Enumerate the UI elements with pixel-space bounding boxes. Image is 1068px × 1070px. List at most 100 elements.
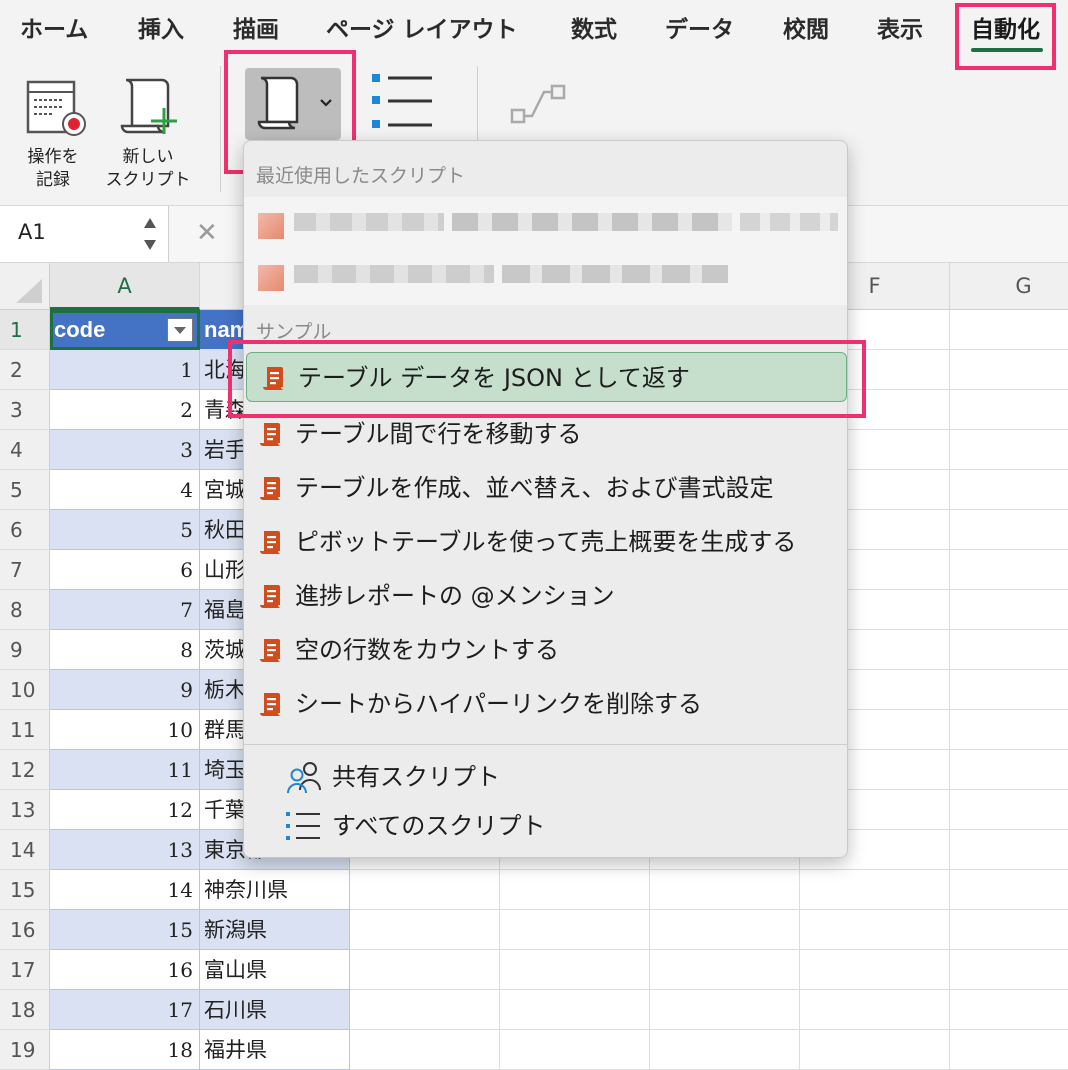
cell-empty[interactable] [950, 790, 1068, 830]
cell-empty[interactable] [650, 990, 800, 1030]
cell-empty[interactable] [950, 670, 1068, 710]
cell-code[interactable]: 1 [50, 350, 200, 390]
automate-flow-icon[interactable] [510, 82, 568, 128]
cell-empty[interactable] [500, 910, 650, 950]
cell-code[interactable]: 4 [50, 470, 200, 510]
row-header[interactable]: 10 [0, 670, 50, 710]
cell-empty[interactable] [950, 870, 1068, 910]
row-header[interactable]: 11 [0, 710, 50, 750]
row-header[interactable]: 2 [0, 350, 50, 390]
tab-view[interactable]: 表示 [877, 10, 923, 44]
row-header[interactable]: 16 [0, 910, 50, 950]
cell-empty[interactable] [650, 910, 800, 950]
tab-page-layout[interactable]: ページ レイアウト [326, 10, 518, 44]
cell-empty[interactable] [350, 950, 500, 990]
cell-empty[interactable] [950, 1030, 1068, 1070]
row-header[interactable]: 3 [0, 390, 50, 430]
row-header[interactable]: 12 [0, 750, 50, 790]
cell-empty[interactable] [950, 710, 1068, 750]
cell-code[interactable]: 8 [50, 630, 200, 670]
shared-scripts-item[interactable]: 共有スクリプト [244, 752, 847, 802]
column-header-g[interactable]: G [950, 263, 1068, 310]
row-header[interactable]: 1 [0, 310, 50, 350]
cell-code[interactable]: 11 [50, 750, 200, 790]
cell-empty[interactable] [950, 510, 1068, 550]
cell-empty[interactable] [950, 350, 1068, 390]
recent-script-item[interactable] [244, 199, 844, 249]
cell-empty[interactable] [800, 910, 950, 950]
new-script-button[interactable]: 新しい スクリプト [98, 70, 198, 200]
cell-code[interactable]: 7 [50, 590, 200, 630]
cell-name[interactable]: 新潟県 [200, 910, 350, 950]
filter-dropdown-icon[interactable] [167, 318, 193, 342]
cell-empty[interactable] [800, 950, 950, 990]
cell-empty[interactable] [950, 430, 1068, 470]
cell-code[interactable]: 13 [50, 830, 200, 870]
row-header[interactable]: 7 [0, 550, 50, 590]
cell-code[interactable]: 10 [50, 710, 200, 750]
row-header[interactable]: 19 [0, 1030, 50, 1070]
sample-script-create-sort-format[interactable]: テーブルを作成、並べ替え、および書式設定 [244, 463, 847, 513]
row-header[interactable]: 13 [0, 790, 50, 830]
sample-script-mention-report[interactable]: 進捗レポートの @メンション [244, 571, 847, 621]
row-header[interactable]: 15 [0, 870, 50, 910]
cell-empty[interactable] [500, 1030, 650, 1070]
tab-draw[interactable]: 描画 [233, 10, 279, 44]
cell-empty[interactable] [350, 910, 500, 950]
name-box-stepper-icon[interactable] [142, 216, 158, 252]
cell-code[interactable]: 16 [50, 950, 200, 990]
row-header[interactable]: 6 [0, 510, 50, 550]
all-scripts-list-icon[interactable] [372, 74, 434, 130]
recent-script-item[interactable] [244, 251, 844, 301]
cell-empty[interactable] [800, 1030, 950, 1070]
cell-empty[interactable] [650, 950, 800, 990]
cell-code[interactable]: 9 [50, 670, 200, 710]
cell-code[interactable]: 6 [50, 550, 200, 590]
row-header[interactable]: 8 [0, 590, 50, 630]
tab-home[interactable]: ホーム [20, 10, 88, 44]
tab-formulas[interactable]: 数式 [571, 10, 617, 44]
name-box[interactable]: A1 [0, 206, 169, 262]
cell-empty[interactable] [950, 910, 1068, 950]
tab-review[interactable]: 校閲 [783, 10, 829, 44]
cell-empty[interactable] [350, 990, 500, 1030]
cell-empty[interactable] [350, 870, 500, 910]
cell-empty[interactable] [350, 1030, 500, 1070]
cell-name[interactable]: 石川県 [200, 990, 350, 1030]
row-header[interactable]: 9 [0, 630, 50, 670]
cell-empty[interactable] [950, 950, 1068, 990]
cell-code[interactable]: 17 [50, 990, 200, 1030]
row-header[interactable]: 14 [0, 830, 50, 870]
record-actions-button[interactable]: 操作を 記録 [18, 70, 98, 200]
sample-script-remove-hyperlinks[interactable]: シートからハイパーリンクを削除する [244, 679, 847, 729]
row-header[interactable]: 18 [0, 990, 50, 1030]
cell-name[interactable]: 神奈川県 [200, 870, 350, 910]
cell-empty[interactable] [500, 870, 650, 910]
cell-empty[interactable] [500, 990, 650, 1030]
tab-insert[interactable]: 挿入 [138, 10, 184, 44]
cancel-formula-icon[interactable]: ✕ [196, 218, 218, 248]
column-header-a[interactable]: A [50, 263, 200, 310]
cell-code[interactable]: 2 [50, 390, 200, 430]
cell-empty[interactable] [500, 950, 650, 990]
cell-empty[interactable] [800, 990, 950, 1030]
cell-code[interactable]: 3 [50, 430, 200, 470]
all-scripts-item[interactable]: すべてのスクリプト [244, 801, 847, 851]
cell-empty[interactable] [650, 1030, 800, 1070]
cell-empty[interactable] [950, 310, 1068, 350]
cell-empty[interactable] [650, 870, 800, 910]
cell-code[interactable]: 12 [50, 790, 200, 830]
cell-name[interactable]: 富山県 [200, 950, 350, 990]
cell-code[interactable]: 5 [50, 510, 200, 550]
cell-code[interactable]: 14 [50, 870, 200, 910]
cell-empty[interactable] [950, 390, 1068, 430]
row-header[interactable]: 17 [0, 950, 50, 990]
cell-code[interactable]: 15 [50, 910, 200, 950]
cell-empty[interactable] [950, 830, 1068, 870]
cell-empty[interactable] [950, 990, 1068, 1030]
cell-empty[interactable] [800, 870, 950, 910]
cell-empty[interactable] [950, 590, 1068, 630]
cell-empty[interactable] [950, 630, 1068, 670]
cell-empty[interactable] [950, 550, 1068, 590]
row-header[interactable]: 4 [0, 430, 50, 470]
